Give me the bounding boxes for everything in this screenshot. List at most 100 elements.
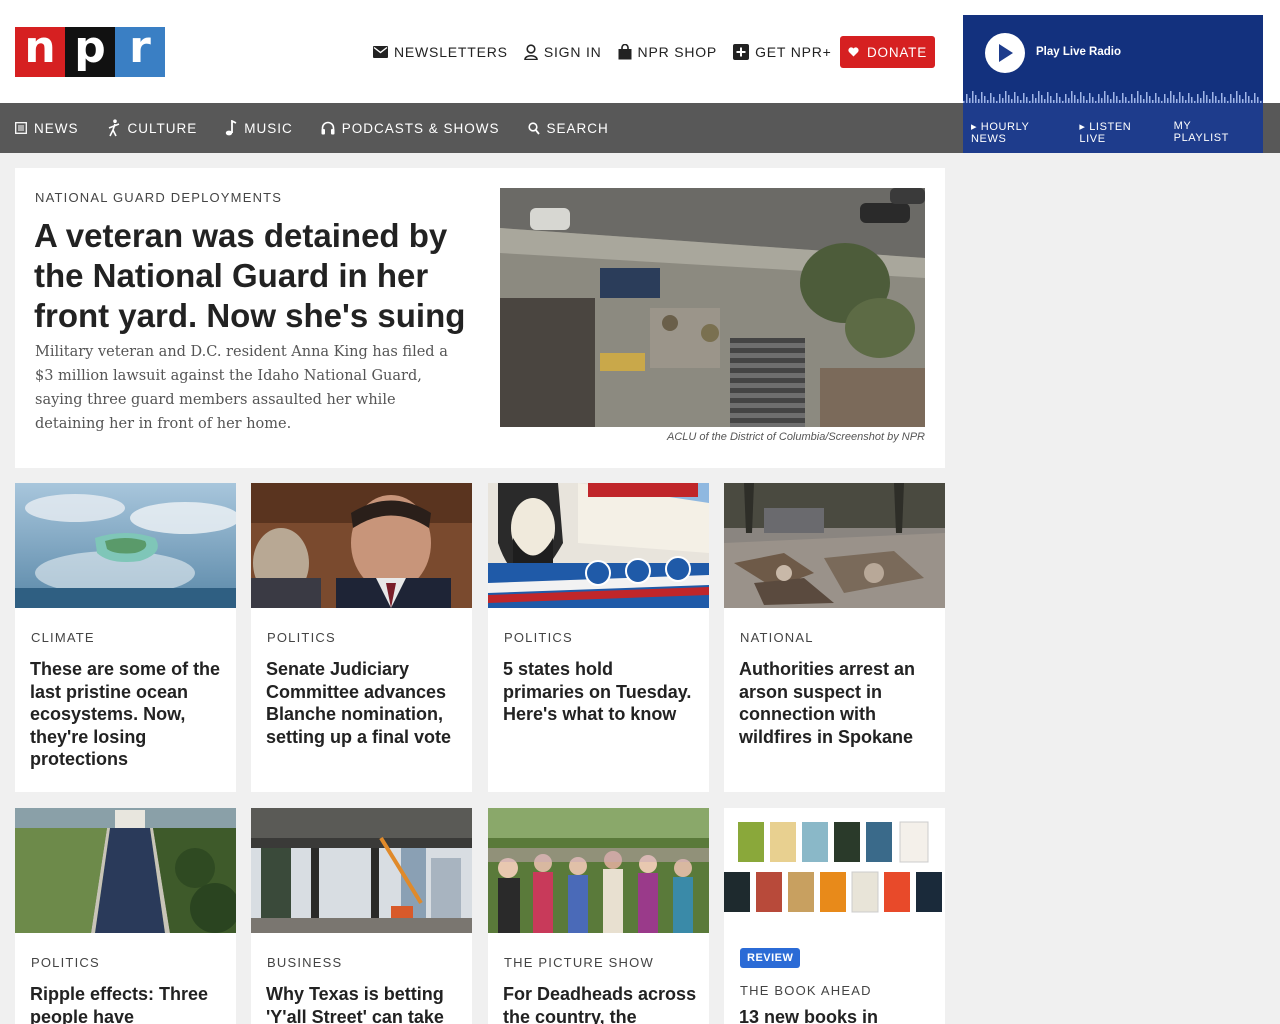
nav-music-label: MUSIC bbox=[244, 120, 293, 136]
utility-nav: NEWSLETTERS SIGN IN NPR SHOP GET NPR+ bbox=[373, 42, 848, 62]
play-live-radio-button[interactable] bbox=[985, 33, 1025, 73]
nav-podcasts[interactable]: PODCASTS & SHOWS bbox=[321, 121, 500, 136]
waveform-bar bbox=[1209, 99, 1211, 103]
newsletters-link[interactable]: NEWSLETTERS bbox=[373, 42, 508, 62]
story-image[interactable] bbox=[488, 808, 709, 933]
newsletters-label: NEWSLETTERS bbox=[394, 44, 508, 60]
story-title[interactable]: These are some of the last pristine ocea… bbox=[30, 658, 225, 771]
story-title[interactable]: 5 states hold primaries on Tuesday. Here… bbox=[503, 658, 698, 726]
story-slug[interactable]: NATIONAL bbox=[740, 630, 814, 645]
story-title[interactable]: Senate Judiciary Committee advances Blan… bbox=[266, 658, 461, 748]
story-title[interactable]: For Deadheads across the country, the bbox=[503, 983, 698, 1024]
waveform-bar bbox=[1062, 101, 1064, 103]
waveform-bar bbox=[1005, 91, 1007, 103]
nav-music[interactable]: MUSIC bbox=[225, 120, 293, 136]
waveform-bar bbox=[1260, 101, 1262, 103]
nav-news[interactable]: NEWS bbox=[15, 121, 79, 136]
story-image[interactable] bbox=[724, 808, 945, 933]
story-slug[interactable]: THE PICTURE SHOW bbox=[504, 955, 654, 970]
shopping-bag-icon bbox=[618, 44, 632, 60]
story-card[interactable]: NATIONAL Authorities arrest an arson sus… bbox=[724, 483, 945, 792]
story-title[interactable]: Authorities arrest an arson suspect in c… bbox=[739, 658, 934, 748]
story-card[interactable]: THE PICTURE SHOW For Deadheads across th… bbox=[488, 808, 709, 1024]
waveform-bar bbox=[1233, 98, 1235, 103]
dancer-icon bbox=[108, 119, 119, 137]
story-card[interactable]: POLITICS Ripple effects: Three people ha… bbox=[15, 808, 236, 1024]
story-title[interactable]: Ripple effects: Three people have bbox=[30, 983, 225, 1024]
hero-slug[interactable]: NATIONAL GUARD DEPLOYMENTS bbox=[35, 190, 282, 205]
donate-button[interactable]: DONATE bbox=[840, 36, 935, 68]
story-slug[interactable]: BUSINESS bbox=[267, 955, 342, 970]
story-slug[interactable]: POLITICS bbox=[31, 955, 100, 970]
waveform-bar bbox=[1203, 91, 1205, 103]
heart-icon bbox=[848, 47, 859, 57]
story-image[interactable] bbox=[251, 808, 472, 933]
hourly-news-label: HOURLY NEWS bbox=[971, 121, 1030, 145]
story-title[interactable]: Why Texas is betting 'Y'all Street' can … bbox=[266, 983, 461, 1024]
waveform-bar bbox=[996, 101, 998, 103]
search-icon bbox=[527, 121, 540, 135]
waveform-bar bbox=[981, 92, 983, 103]
story-slug[interactable]: CLIMATE bbox=[31, 630, 95, 645]
waveform-bar bbox=[1086, 100, 1088, 103]
listen-live-label: LISTEN LIVE bbox=[1079, 121, 1132, 145]
waveform-bar bbox=[1179, 92, 1181, 103]
waveform-bar bbox=[1098, 94, 1100, 103]
story-card[interactable]: POLITICS 5 states hold primaries on Tues… bbox=[488, 483, 709, 792]
waveform-bar bbox=[1047, 92, 1049, 103]
waveform-bar bbox=[1221, 93, 1223, 103]
waveform-bar bbox=[1218, 100, 1220, 103]
user-icon bbox=[524, 44, 538, 60]
npr-logo[interactable]: n p r bbox=[15, 26, 165, 77]
logo-letter-p: p bbox=[65, 26, 115, 77]
hero-image[interactable] bbox=[500, 188, 925, 427]
waveform-bar bbox=[1230, 94, 1232, 103]
waveform-bar bbox=[963, 101, 965, 103]
waveform-bar bbox=[1035, 98, 1037, 103]
logo-letter-r: r bbox=[115, 26, 165, 77]
hero-story[interactable]: NATIONAL GUARD DEPLOYMENTS A veteran was… bbox=[15, 168, 945, 468]
story-slug[interactable]: POLITICS bbox=[267, 630, 336, 645]
story-slug[interactable]: POLITICS bbox=[504, 630, 573, 645]
waveform-bar bbox=[1092, 97, 1094, 103]
waveform-bar bbox=[1023, 93, 1025, 103]
waveform-bar bbox=[1236, 91, 1238, 103]
story-card[interactable]: CLIMATE These are some of the last prist… bbox=[15, 483, 236, 792]
get-npr-plus-link[interactable]: GET NPR+ bbox=[733, 42, 832, 62]
waveform-bar bbox=[1248, 96, 1250, 103]
listen-live-link[interactable]: ▸ LISTEN LIVE bbox=[1079, 120, 1163, 145]
hourly-news-link[interactable]: ▸ HOURLY NEWS bbox=[971, 120, 1069, 145]
story-card[interactable]: REVIEW THE BOOK AHEAD 13 new books in bbox=[724, 808, 945, 1024]
sign-in-link[interactable]: SIGN IN bbox=[524, 42, 602, 62]
waveform-bar bbox=[1224, 97, 1226, 103]
story-image[interactable] bbox=[15, 483, 236, 608]
waveform-bar bbox=[984, 96, 986, 103]
waveform-bar bbox=[1182, 96, 1184, 103]
nav-search-label: SEARCH bbox=[546, 120, 609, 136]
nav-news-label: NEWS bbox=[34, 120, 79, 136]
story-image[interactable] bbox=[251, 483, 472, 608]
my-playlist-label: MY PLAYLIST bbox=[1173, 120, 1229, 144]
waveform-bar bbox=[1134, 98, 1136, 103]
waveform-bar bbox=[975, 95, 977, 103]
my-playlist-link[interactable]: MY PLAYLIST bbox=[1174, 120, 1253, 145]
story-image[interactable] bbox=[488, 483, 709, 608]
waveform-bar bbox=[1008, 95, 1010, 103]
sign-in-label: SIGN IN bbox=[543, 44, 602, 60]
nav-podcasts-label: PODCASTS & SHOWS bbox=[341, 120, 500, 136]
npr-shop-link[interactable]: NPR SHOP bbox=[618, 42, 718, 62]
story-title[interactable]: 13 new books in bbox=[739, 1006, 934, 1024]
story-card[interactable]: BUSINESS Why Texas is betting 'Y'all Str… bbox=[251, 808, 472, 1024]
waveform-bar bbox=[1071, 91, 1073, 103]
waveform-bar bbox=[1152, 100, 1154, 103]
story-card[interactable]: POLITICS Senate Judiciary Committee adva… bbox=[251, 483, 472, 792]
story-slug[interactable]: THE BOOK AHEAD bbox=[740, 983, 872, 998]
nav-search[interactable]: SEARCH bbox=[527, 120, 609, 136]
hero-title[interactable]: A veteran was detained by the National G… bbox=[34, 216, 474, 336]
story-image[interactable] bbox=[15, 808, 236, 933]
player-links: ▸ HOURLY NEWS ▸ LISTEN LIVE MY PLAYLIST bbox=[971, 120, 1263, 145]
nav-culture[interactable]: CULTURE bbox=[107, 119, 198, 137]
story-image[interactable] bbox=[724, 483, 945, 608]
waveform-bar bbox=[1053, 100, 1055, 103]
hero-teaser: Military veteran and D.C. resident Anna … bbox=[35, 344, 448, 432]
